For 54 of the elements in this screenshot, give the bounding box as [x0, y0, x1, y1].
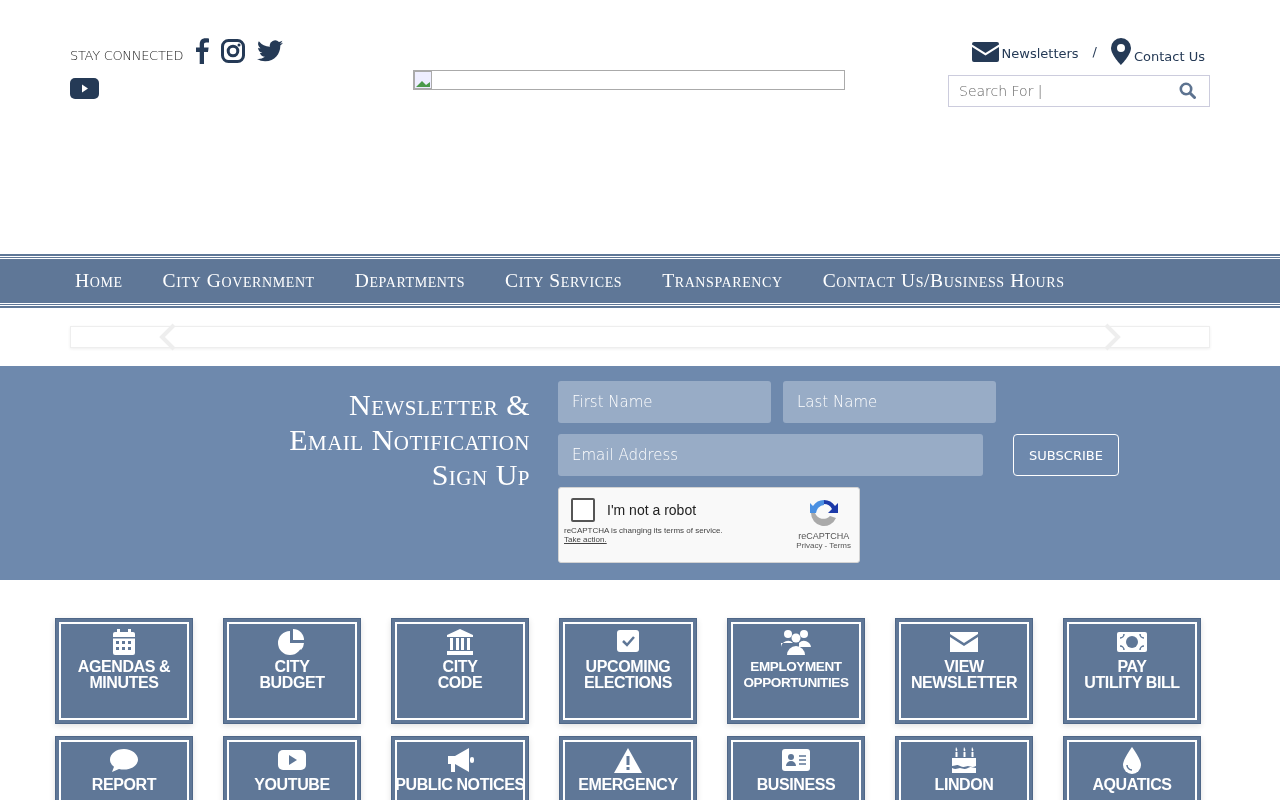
quick-link-tile[interactable]: YOUTUBE [223, 736, 361, 800]
privacy-link[interactable]: Privacy [796, 541, 823, 550]
instagram-icon[interactable] [221, 39, 246, 63]
map-pin-icon [1111, 38, 1131, 65]
comment-icon [109, 746, 139, 774]
idcard-icon [781, 746, 811, 774]
nav-link[interactable]: Contact Us/Business Hours [822, 270, 1065, 292]
twitter-icon[interactable] [257, 40, 284, 62]
header-link[interactable]: Contact Us [1111, 38, 1205, 65]
captcha-notice: reCAPTCHA is changing its terms of service. [564, 526, 723, 535]
quick-link-tile[interactable]: BUSINESS [727, 736, 865, 800]
quick-link-tile[interactable]: VIEW NEWSLETTER [895, 618, 1033, 724]
last-name-field[interactable]: Last Name [783, 381, 996, 423]
email-field[interactable]: Email Address [558, 434, 983, 476]
warning-icon [613, 746, 643, 774]
nav-link[interactable]: Departments [354, 270, 466, 292]
quick-link-tile[interactable]: EMPLOYMENT OPPORTUNITIES [727, 618, 865, 724]
quick-link-tile[interactable]: LINDON [895, 736, 1033, 800]
quick-link-tile[interactable]: EMERGENCY [559, 736, 697, 800]
nav-link[interactable]: City Services [505, 270, 623, 292]
quick-link-tile[interactable]: AQUATICS [1063, 736, 1201, 800]
signup-title: Newsletter & Email Notification Sign Up [288, 387, 530, 493]
quick-link-tile[interactable]: UPCOMING ELECTIONS [559, 618, 697, 724]
captcha-label: I'm not a robot [607, 502, 697, 518]
nav-link[interactable]: City Government [162, 270, 315, 292]
take-action-link[interactable]: Take action. [564, 535, 723, 544]
captcha-brand: reCAPTCHA [798, 531, 850, 541]
captcha-checkbox[interactable] [571, 498, 595, 522]
quick-link-tile[interactable]: PAY UTILITY BILL [1063, 618, 1201, 724]
quick-link-tile[interactable]: CITY BUDGET [223, 618, 361, 724]
first-name-field[interactable]: First Name [558, 381, 771, 423]
recaptcha-logo-icon [807, 497, 840, 529]
nav-link[interactable]: Home [75, 270, 123, 292]
megaphone-icon [445, 746, 475, 774]
quick-link-tile[interactable]: PUBLIC NOTICES [391, 736, 529, 800]
quick-link-tile[interactable]: AGENDAS & MINUTES [55, 618, 193, 724]
stay-connected-label: STAY CONNECTED [70, 47, 184, 63]
search-field[interactable]: Search For | [948, 75, 1210, 107]
separator: / [1092, 44, 1097, 59]
cake-icon [949, 746, 979, 774]
envelope-icon [971, 41, 999, 62]
link-separator: - [824, 541, 828, 550]
subscribe-button[interactable]: SUBSCRIBE [1013, 434, 1119, 476]
search-icon[interactable] [1179, 82, 1196, 99]
people-icon [781, 628, 811, 656]
facebook-icon[interactable] [195, 38, 210, 64]
pie-icon [277, 628, 307, 656]
building-icon [445, 628, 475, 656]
quick-link-tile[interactable]: CITY CODE [391, 618, 529, 724]
youtube-icon[interactable] [70, 78, 99, 99]
quick-link-tile[interactable]: REPORT [55, 736, 193, 800]
header-link[interactable]: Newsletters [971, 41, 1079, 62]
terms-link[interactable]: Terms [829, 541, 851, 550]
nav-link[interactable]: Transparency [662, 270, 783, 292]
